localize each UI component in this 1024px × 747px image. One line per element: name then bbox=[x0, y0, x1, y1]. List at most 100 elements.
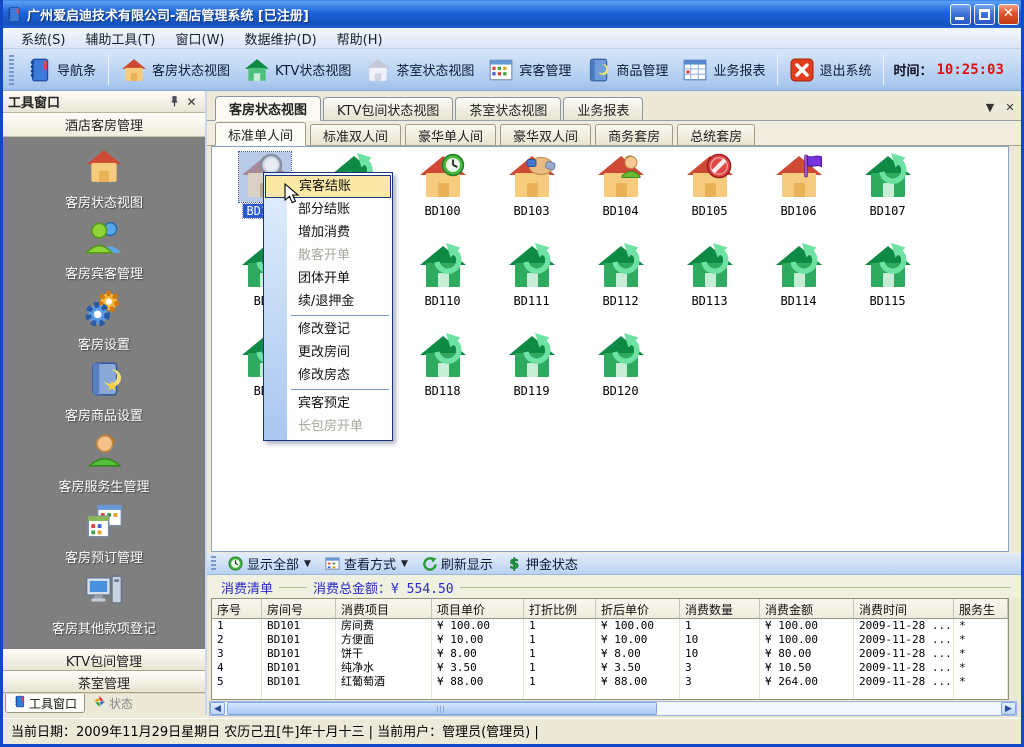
table-cell: 3 bbox=[680, 675, 760, 689]
table-cell: * bbox=[954, 675, 1008, 689]
room-item[interactable]: BD110 bbox=[398, 242, 487, 330]
room-item[interactable]: BD107 bbox=[843, 152, 932, 240]
table-cell: ¥ 100.00 bbox=[432, 619, 524, 633]
menubar-item[interactable]: 数据维护(D) bbox=[235, 27, 327, 50]
toolbar-button[interactable]: 商品管理 bbox=[578, 54, 675, 86]
house-green-icon bbox=[244, 57, 270, 83]
table-row[interactable]: 5BD101红葡萄酒¥ 88.001¥ 88.003¥ 264.002009-1… bbox=[212, 675, 1008, 689]
room-item[interactable]: BD112 bbox=[576, 242, 665, 330]
table-cell: 5 bbox=[212, 675, 262, 689]
room-item[interactable]: BD105 bbox=[665, 152, 754, 240]
tab-close-icon[interactable]: ✕ bbox=[1001, 99, 1019, 116]
room-item[interactable]: BD120 bbox=[576, 332, 665, 420]
bottom-toolbar-button[interactable]: 显示全部▼ bbox=[221, 552, 318, 575]
toolbar-button[interactable]: 宾客管理 bbox=[481, 54, 578, 86]
room-item[interactable]: BD114 bbox=[754, 242, 843, 330]
table-cell: 2009-11-28 ... bbox=[854, 647, 954, 661]
close-button[interactable]: ✕ bbox=[998, 4, 1019, 25]
room-item[interactable]: BD113 bbox=[665, 242, 754, 330]
bottom-toolbar-grip[interactable] bbox=[211, 556, 216, 572]
maximize-button[interactable] bbox=[974, 4, 995, 25]
sidebar-item[interactable]: 客房设置 bbox=[9, 289, 199, 353]
toolbar-button[interactable]: 客房状态视图 bbox=[114, 54, 237, 86]
bottom-toolbar-button[interactable]: 查看方式▼ bbox=[318, 552, 415, 575]
table-header-cell: 序号 bbox=[212, 599, 262, 618]
pin-icon[interactable] bbox=[166, 94, 183, 110]
sidebar-item[interactable]: 客房宾客管理 bbox=[9, 218, 199, 282]
room-item[interactable]: BD111 bbox=[487, 242, 576, 330]
table-cell: BD101 bbox=[262, 661, 336, 675]
room-item[interactable]: BD100 bbox=[398, 152, 487, 240]
bottom-toolbar-button-label: 显示全部 bbox=[247, 554, 299, 573]
scroll-right-arrow[interactable]: ▶ bbox=[1001, 702, 1016, 715]
minimize-button[interactable] bbox=[950, 4, 971, 25]
room-type-tab[interactable]: 标准单人间 bbox=[215, 122, 306, 146]
room-icon-no-entry bbox=[684, 152, 736, 202]
sidebar-close-icon[interactable]: ✕ bbox=[183, 94, 200, 110]
room-type-tab[interactable]: 豪华双人间 bbox=[500, 124, 591, 145]
menubar-item[interactable]: 系统(S) bbox=[11, 27, 75, 50]
table-cell: 1 bbox=[524, 619, 596, 633]
room-item[interactable]: BD115 bbox=[843, 242, 932, 330]
main-tab-bar: 客房状态视图KTV包间状态视图茶室状态视图业务报表 ▼✕ bbox=[207, 96, 1021, 121]
toolbar-button[interactable]: KTV状态视图 bbox=[237, 54, 358, 86]
room-label: BD113 bbox=[688, 294, 730, 308]
context-menu-item[interactable]: 宾客预定 bbox=[264, 392, 392, 415]
scroll-left-arrow[interactable]: ◀ bbox=[210, 702, 225, 715]
main-tab[interactable]: KTV包间状态视图 bbox=[323, 97, 453, 120]
room-type-tab[interactable]: 标准双人间 bbox=[310, 124, 401, 145]
table-row[interactable]: 2BD101方便面¥ 10.001¥ 10.0010¥ 100.002009-1… bbox=[212, 633, 1008, 647]
room-item[interactable]: BD119 bbox=[487, 332, 576, 420]
sidebar-section-header[interactable]: 茶室管理 bbox=[3, 671, 205, 693]
scrollbar-thumb[interactable] bbox=[227, 702, 657, 715]
table-row[interactable]: 4BD101纯净水¥ 3.501¥ 3.503¥ 10.502009-11-28… bbox=[212, 661, 1008, 675]
menubar-item[interactable]: 帮助(H) bbox=[327, 27, 393, 50]
context-menu-item[interactable]: 团体开单 bbox=[264, 267, 392, 290]
room-item[interactable]: BD104 bbox=[576, 152, 665, 240]
sidebar-item[interactable]: 客房商品设置 bbox=[9, 360, 199, 424]
context-menu-item[interactable]: 更改房间 bbox=[264, 341, 392, 364]
bottom-toolbar-button[interactable]: 刷新显示 bbox=[415, 552, 500, 575]
main-tab[interactable]: 业务报表 bbox=[563, 97, 643, 120]
sidebar-item[interactable]: 客房状态视图 bbox=[9, 147, 199, 211]
table-cell: * bbox=[954, 619, 1008, 633]
sidebar-item[interactable]: 客房预订管理 bbox=[9, 502, 199, 566]
sidebar-tab[interactable]: 工具窗口 bbox=[5, 694, 85, 713]
menubar-item[interactable]: 窗口(W) bbox=[166, 27, 235, 50]
consumption-total: 消费总金额：¥ 554.50 bbox=[307, 578, 460, 597]
sidebar-tab[interactable]: 状态 bbox=[85, 694, 141, 713]
tool-window-sidebar: 工具窗口 ✕ 酒店客房管理 客房状态视图客房宾客管理客房设置客房商品设置客房服务… bbox=[3, 91, 207, 715]
context-menu-item[interactable]: 续/退押金 bbox=[264, 290, 392, 313]
main-tab[interactable]: 客房状态视图 bbox=[215, 96, 321, 121]
toolbar-grip[interactable] bbox=[9, 55, 14, 85]
sidebar-section-header[interactable]: 酒店客房管理 bbox=[3, 113, 205, 137]
sidebar-section-header[interactable]: KTV包间管理 bbox=[3, 649, 205, 671]
table-row[interactable]: 1BD101房间费¥ 100.001¥ 100.001¥ 100.002009-… bbox=[212, 619, 1008, 633]
room-type-tab[interactable]: 豪华单人间 bbox=[405, 124, 496, 145]
toolbar-button[interactable]: 业务报表 bbox=[675, 54, 772, 86]
table-cell: BD101 bbox=[262, 619, 336, 633]
main-tab[interactable]: 茶室状态视图 bbox=[455, 97, 561, 120]
table-cell bbox=[262, 689, 336, 700]
context-menu-item[interactable]: 修改登记 bbox=[264, 318, 392, 341]
room-label: BD100 bbox=[421, 204, 463, 218]
room-type-tab[interactable]: 总统套房 bbox=[677, 124, 755, 145]
table-cell bbox=[432, 689, 524, 700]
toolbar-button[interactable]: 导航条 bbox=[19, 54, 103, 86]
sidebar-item[interactable]: 客房服务生管理 bbox=[9, 431, 199, 495]
tab-dropdown-icon[interactable]: ▼ bbox=[981, 99, 999, 116]
sidebar-item[interactable]: 客房其他款项登记 bbox=[9, 573, 199, 637]
context-menu-item[interactable]: 修改房态 bbox=[264, 364, 392, 387]
bottom-toolbar-button[interactable]: $押金状态 bbox=[500, 552, 585, 575]
room-item[interactable]: BD118 bbox=[398, 332, 487, 420]
horizontal-scrollbar[interactable]: ◀ ▶ bbox=[209, 701, 1017, 716]
menubar-item[interactable]: 辅助工具(T) bbox=[75, 27, 165, 50]
table-row[interactable]: 3BD101饼干¥ 8.001¥ 8.0010¥ 80.002009-11-28… bbox=[212, 647, 1008, 661]
exit-button[interactable]: 退出系统 bbox=[783, 55, 878, 85]
toolbar-button[interactable]: 茶室状态视图 bbox=[358, 54, 481, 86]
room-item[interactable]: BD103 bbox=[487, 152, 576, 240]
room-type-tab[interactable]: 商务套房 bbox=[595, 124, 673, 145]
consumption-total-value: ¥ 554.50 bbox=[391, 582, 454, 597]
context-menu-item[interactable]: 增加消费 bbox=[264, 221, 392, 244]
room-item[interactable]: BD106 bbox=[754, 152, 843, 240]
